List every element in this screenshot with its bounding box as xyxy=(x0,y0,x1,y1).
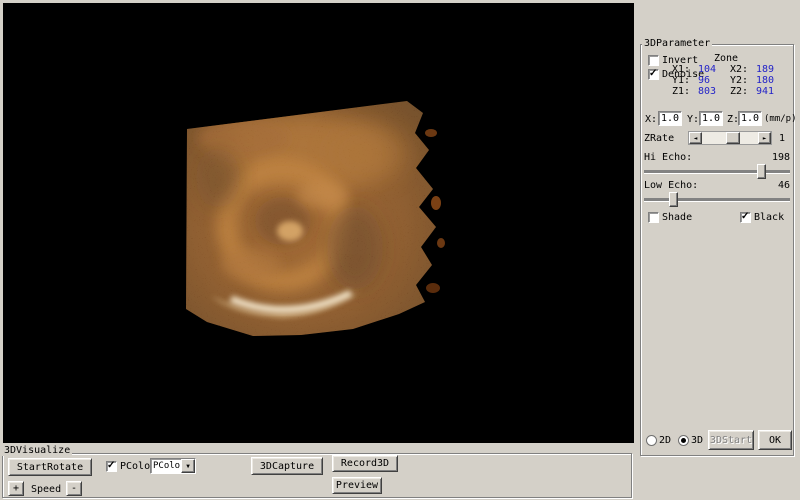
low-echo-thumb[interactable] xyxy=(669,192,678,207)
zone-x2-value: 189 xyxy=(756,64,774,75)
mode-3d-radio[interactable] xyxy=(678,435,689,446)
ultrasound-render xyxy=(3,3,634,443)
zone-x1-label: X1: xyxy=(672,64,690,75)
visualize-group-title: 3DVisualize xyxy=(2,445,72,456)
dropdown-arrow-icon[interactable]: ▼ xyxy=(181,459,195,473)
invert-checkbox[interactable] xyxy=(648,55,659,66)
zone-z2-value: 941 xyxy=(756,86,774,97)
scale-x-label: X: xyxy=(645,114,657,125)
denoise-checkbox[interactable] xyxy=(648,69,659,80)
app-window: { "icons": { "arrow_left": "◄", "arrow_r… xyxy=(0,0,800,500)
low-echo-value: 46 xyxy=(778,180,790,191)
pcolor-dropdown-value: PColor xyxy=(151,461,181,471)
scale-z-input[interactable] xyxy=(738,111,762,126)
zrate-track[interactable] xyxy=(702,132,758,144)
parameter-groupbox xyxy=(640,44,794,456)
record3d-button[interactable]: Record3D xyxy=(332,455,398,472)
scale-x-input[interactable] xyxy=(658,111,682,126)
zrate-left-arrow-icon[interactable]: ◄ xyxy=(689,132,702,144)
low-echo-slider[interactable] xyxy=(644,198,790,201)
parameter-panel: 3DParameter Invert Denoise Zone X1: 104 … xyxy=(634,0,800,500)
preview-button[interactable]: Preview xyxy=(332,477,382,494)
scale-y-label: Y: xyxy=(687,114,699,125)
mode-3d-label: 3D xyxy=(691,435,703,446)
pcolor-checkbox[interactable] xyxy=(106,461,117,472)
shade-label: Shade xyxy=(662,212,692,223)
visualize-panel: 3DVisualize StartRotate + Speed - PColor… xyxy=(0,443,634,500)
zrate-scrollbar[interactable]: ◄ ► xyxy=(688,131,772,145)
ok-button[interactable]: OK xyxy=(758,430,792,450)
zone-label: Zone xyxy=(714,53,738,64)
speed-minus-button[interactable]: - xyxy=(66,481,82,496)
zrate-right-arrow-icon[interactable]: ► xyxy=(758,132,771,144)
zone-z1-label: Z1: xyxy=(672,86,690,97)
mode-2d-radio[interactable] xyxy=(646,435,657,446)
zone-y1-label: Y1: xyxy=(672,75,690,86)
hi-echo-value: 198 xyxy=(772,152,790,163)
zone-z2-label: Z2: xyxy=(730,86,748,97)
3dstart-button[interactable]: 3DStart xyxy=(708,430,754,450)
speed-plus-button[interactable]: + xyxy=(8,481,24,496)
black-checkbox[interactable] xyxy=(740,212,751,223)
mode-2d-label: 2D xyxy=(659,435,671,446)
zone-x2-label: X2: xyxy=(730,64,748,75)
hi-echo-slider[interactable] xyxy=(644,170,790,173)
pcolor-dropdown[interactable]: PColor ▼ xyxy=(150,458,196,474)
zone-y1-value: 96 xyxy=(698,75,710,86)
shade-checkbox[interactable] xyxy=(648,212,659,223)
speed-label: Speed xyxy=(31,484,61,495)
zrate-label: ZRate xyxy=(644,133,674,144)
black-label: Black xyxy=(754,212,784,223)
zone-z1-value: 803 xyxy=(698,86,716,97)
scale-y-input[interactable] xyxy=(699,111,723,126)
low-echo-label: Low Echo: xyxy=(644,180,698,191)
parameter-group-title: 3DParameter xyxy=(642,38,712,49)
zrate-value: 1 xyxy=(779,133,785,144)
zone-y2-value: 180 xyxy=(756,75,774,86)
hi-echo-label: Hi Echo: xyxy=(644,152,692,163)
3dcapture-button[interactable]: 3DCapture xyxy=(251,457,323,475)
render-viewport[interactable] xyxy=(3,3,634,443)
hi-echo-thumb[interactable] xyxy=(757,164,766,179)
zrate-thumb[interactable] xyxy=(726,132,740,144)
scale-unit-label: (mm/p) xyxy=(764,114,797,125)
zone-y2-label: Y2: xyxy=(730,75,748,86)
zone-x1-value: 104 xyxy=(698,64,716,75)
start-rotate-button[interactable]: StartRotate xyxy=(8,458,92,476)
